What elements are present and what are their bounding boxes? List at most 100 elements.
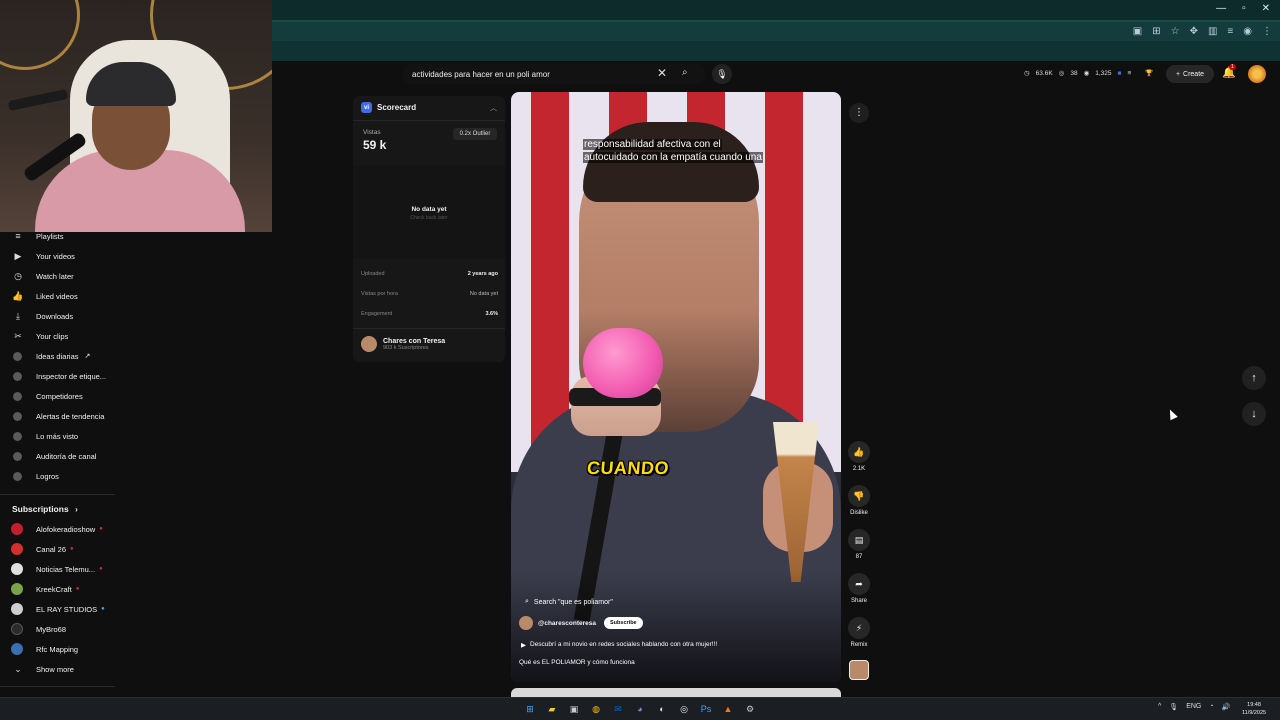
- sidebar-tool-competidores[interactable]: Competidores: [0, 386, 115, 406]
- close-icon[interactable]: ✕: [1262, 3, 1270, 14]
- channel-avatar: [11, 643, 23, 655]
- store-icon[interactable]: ▣: [566, 701, 582, 717]
- subscription-item[interactable]: Noticias Telemu... ●: [0, 559, 115, 579]
- extensions-icon[interactable]: ✥: [1190, 26, 1198, 37]
- account-avatar[interactable]: [1248, 65, 1266, 83]
- scorecard-row-uploaded: Uploaded 2 years ago: [361, 271, 498, 277]
- sidebar-tool-auditoria[interactable]: Auditoría de canal: [0, 446, 115, 466]
- previous-short-button[interactable]: ↑: [1242, 366, 1266, 390]
- share-label: Share: [850, 598, 867, 604]
- sidebar-item-label: Your videos: [36, 251, 75, 261]
- row-label: Engagement: [361, 311, 393, 317]
- volume-icon[interactable]: 🔊: [1222, 703, 1231, 711]
- dislike-button[interactable]: 👎 Dislike: [846, 485, 872, 516]
- sidebar-item-playlists[interactable]: ≡ Playlists: [0, 226, 115, 246]
- subscription-item[interactable]: EL RAY STUDIOS ●: [0, 599, 115, 619]
- sidebar-tool-logros[interactable]: Logros: [0, 466, 115, 486]
- sound-thumbnail[interactable]: [849, 660, 869, 680]
- clock-time: 19:48: [1247, 702, 1261, 708]
- minimize-icon[interactable]: —: [1216, 3, 1226, 14]
- sidebar-item-liked-videos[interactable]: 👍 Liked videos: [0, 286, 115, 306]
- sidebar-item-watch-later[interactable]: ◷ Watch later: [0, 266, 115, 286]
- sidebar-item-your-videos[interactable]: ▶ Your videos: [0, 246, 115, 266]
- system-tray: ^ 🎙 ENG ◔ 🔊: [1158, 703, 1230, 711]
- channel-handle[interactable]: @charesconteresa: [538, 620, 596, 627]
- windows-start-icon[interactable]: ⊞: [522, 701, 538, 717]
- subscription-item[interactable]: MyBro68: [0, 619, 115, 639]
- like-button[interactable]: 👍 2.1K: [846, 441, 872, 472]
- playlist-link[interactable]: ▶ Descubrí a mi novio en redes sociales …: [521, 641, 717, 649]
- more-options-icon[interactable]: ⋮: [849, 103, 869, 123]
- subscription-item[interactable]: KreekCraft ●: [0, 579, 115, 599]
- share-button[interactable]: ➦ Share: [846, 573, 872, 604]
- show-more-button[interactable]: ⌄ Show more: [0, 659, 115, 679]
- language-indicator[interactable]: ENG: [1186, 703, 1201, 711]
- sidebar-item-label: Auditoría de canal: [36, 451, 97, 461]
- settings-icon[interactable]: ⚙: [742, 701, 758, 717]
- sidebar-item-your-clips[interactable]: ✂ Your clips: [0, 326, 115, 346]
- sidepanel-icon[interactable]: ▥: [1208, 26, 1217, 37]
- sidebar-tool-lo-mas-visto[interactable]: Lo más visto: [0, 426, 115, 446]
- sidebar-item-downloads[interactable]: ⤓ Downloads: [0, 306, 115, 326]
- views-label: Vistas: [363, 129, 381, 136]
- create-button[interactable]: + Create: [1166, 65, 1214, 83]
- trophy-icon[interactable]: 🏆: [1145, 69, 1153, 77]
- subscriptions-header[interactable]: Subscriptions ›: [12, 504, 78, 514]
- next-short-button[interactable]: ↓: [1242, 402, 1266, 426]
- app-icon[interactable]: ▲: [720, 701, 736, 717]
- comment-icon: ▤: [848, 529, 870, 551]
- maximize-icon[interactable]: ▫: [1242, 3, 1246, 14]
- kebab-icon[interactable]: ⋮: [1262, 26, 1272, 37]
- short-title[interactable]: Qué es EL POLIAMOR y cómo funciona: [519, 659, 635, 666]
- outlook-icon[interactable]: ✉: [610, 701, 626, 717]
- download-icon: ⤓: [16, 310, 20, 321]
- comments-button[interactable]: ▤ 87: [846, 529, 872, 560]
- clear-search-icon[interactable]: ✕: [657, 66, 667, 80]
- remix-button[interactable]: ⚡ Remix: [846, 617, 872, 648]
- subscription-item[interactable]: Rfc Mapping: [0, 639, 115, 659]
- subscription-item[interactable]: Alofokeradioshow ●: [0, 519, 115, 539]
- sidebar-tool-inspector[interactable]: Inspector de etique...: [0, 366, 115, 386]
- pink-mic-cover: [583, 328, 663, 398]
- menu-icon[interactable]: ≡: [1227, 26, 1233, 37]
- translate-icon[interactable]: ⊞: [1152, 26, 1160, 37]
- plus-icon: +: [1175, 70, 1181, 78]
- file-explorer-icon[interactable]: ▰: [544, 701, 560, 717]
- subscription-label: Alofokeradioshow: [36, 524, 96, 534]
- tool-icon: [13, 411, 22, 421]
- microphone-icon[interactable]: 🎙: [1169, 703, 1178, 711]
- photoshop-icon[interactable]: Ps: [698, 701, 714, 717]
- dislike-label: Dislike: [850, 510, 868, 516]
- steam-icon[interactable]: ◐: [654, 701, 670, 717]
- sidebar-item-label: Ideas diarias: [36, 351, 79, 361]
- subscribe-button[interactable]: Subscribe: [604, 617, 643, 629]
- sidebar-tool-ideas-diarias[interactable]: Ideas diarias ↗: [0, 346, 115, 366]
- sidebar-item-label: Alertas de tendencia: [36, 411, 105, 421]
- list-icon[interactable]: ≡: [1127, 70, 1131, 77]
- shorts-video-player[interactable]: responsabilidad afectiva con el autocuid…: [511, 92, 841, 682]
- chevron-up-icon[interactable]: ^: [1158, 703, 1161, 711]
- related-search-text: Search "que es poliamor": [533, 598, 613, 606]
- chevron-up-icon[interactable]: ︿: [490, 103, 497, 113]
- wifi-icon[interactable]: ◔: [1209, 703, 1213, 711]
- discord-icon[interactable]: ◕: [632, 701, 648, 717]
- scorecard-channel[interactable]: Chares con Teresa 903 k Suscriptores: [361, 336, 445, 352]
- profile-icon[interactable]: ◉: [1243, 26, 1252, 37]
- subscription-item[interactable]: Canal 26 ●: [0, 539, 115, 559]
- obs-icon[interactable]: ◎: [676, 701, 692, 717]
- voice-search-button[interactable]: 🎙: [712, 64, 732, 84]
- extension-badge-icon[interactable]: ■: [1118, 70, 1122, 77]
- search-icon[interactable]: ⌕: [682, 67, 688, 78]
- chrome-icon[interactable]: ◍: [588, 701, 604, 717]
- related-search-link[interactable]: ⌕ Search "que es poliamor": [525, 598, 613, 606]
- scorecard-row-views-per-hour: Vistas por hora No data yet: [361, 291, 498, 297]
- scorecard-logo-icon: vi: [361, 102, 372, 113]
- sidebar-tool-alertas[interactable]: Alertas de tendencia: [0, 406, 115, 426]
- taskbar-clock[interactable]: 19:48 11/9/2025: [1242, 701, 1266, 717]
- cast-icon[interactable]: ▣: [1133, 26, 1142, 37]
- star-icon[interactable]: ☆: [1171, 26, 1180, 37]
- tool-icon: [13, 351, 22, 361]
- channel-avatar[interactable]: [519, 616, 533, 630]
- live-indicator: ●: [99, 526, 103, 532]
- sidebar-item-label: Competidores: [36, 391, 83, 401]
